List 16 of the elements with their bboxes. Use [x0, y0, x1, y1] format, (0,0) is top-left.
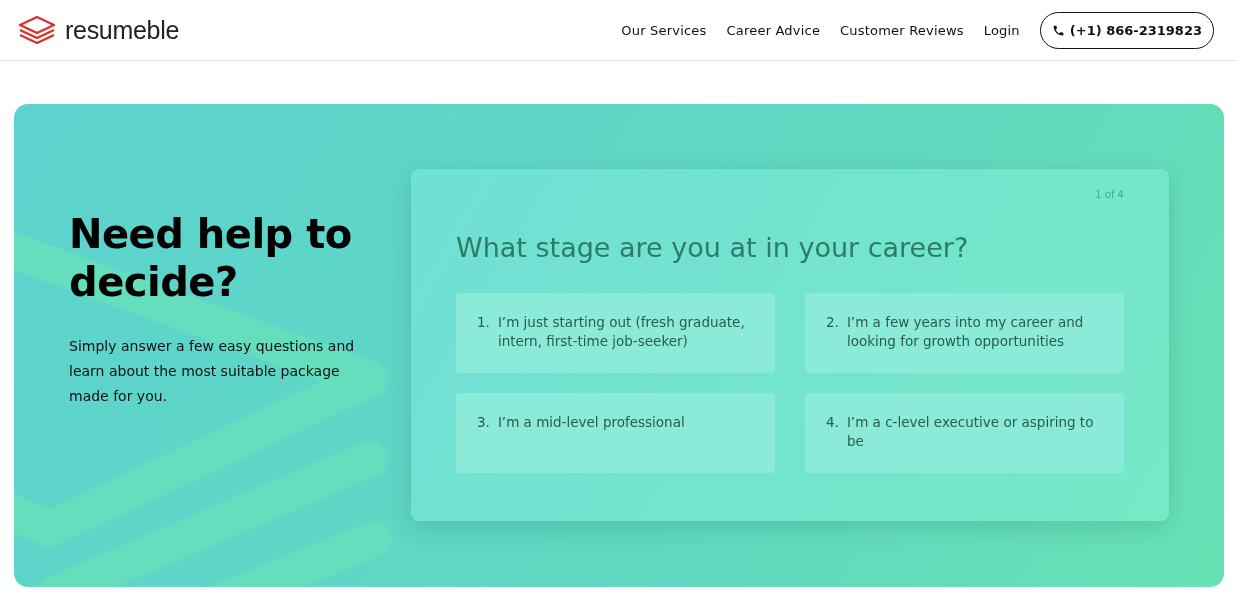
nav-link[interactable]: Our Services	[621, 22, 707, 38]
progress-counter: 1 of 4	[1094, 189, 1124, 200]
answer-option[interactable]: 3. I’m a mid-level professional	[456, 393, 775, 473]
nav-link[interactable]: Career Advice	[726, 22, 821, 38]
answer-option[interactable]: 4. I’m a c-level executive or aspiring to be	[805, 393, 1124, 473]
hero-description: Simply answer a few easy questions and learn about the most suitable package made for you.	[69, 337, 356, 406]
phone-button[interactable]: (+1) 866-2319823	[1039, 11, 1214, 49]
phone-icon	[1051, 23, 1065, 37]
logo-text[interactable]: resumeble	[65, 15, 180, 45]
quiz-question: What stage are you at in your career?	[456, 232, 970, 263]
answer-option[interactable]: 2. I’m a few years into my career and looking for growth opportunities	[805, 293, 1124, 373]
nav-link[interactable]: Login	[983, 22, 1020, 38]
answer-option[interactable]: 1. I’m just starting out (fresh graduate, intern, first-time job-seeker)	[456, 293, 775, 373]
logo-icon	[17, 15, 57, 45]
nav-link[interactable]: Customer Reviews	[840, 22, 964, 38]
hero-heading: Need help to decide?	[69, 210, 353, 306]
